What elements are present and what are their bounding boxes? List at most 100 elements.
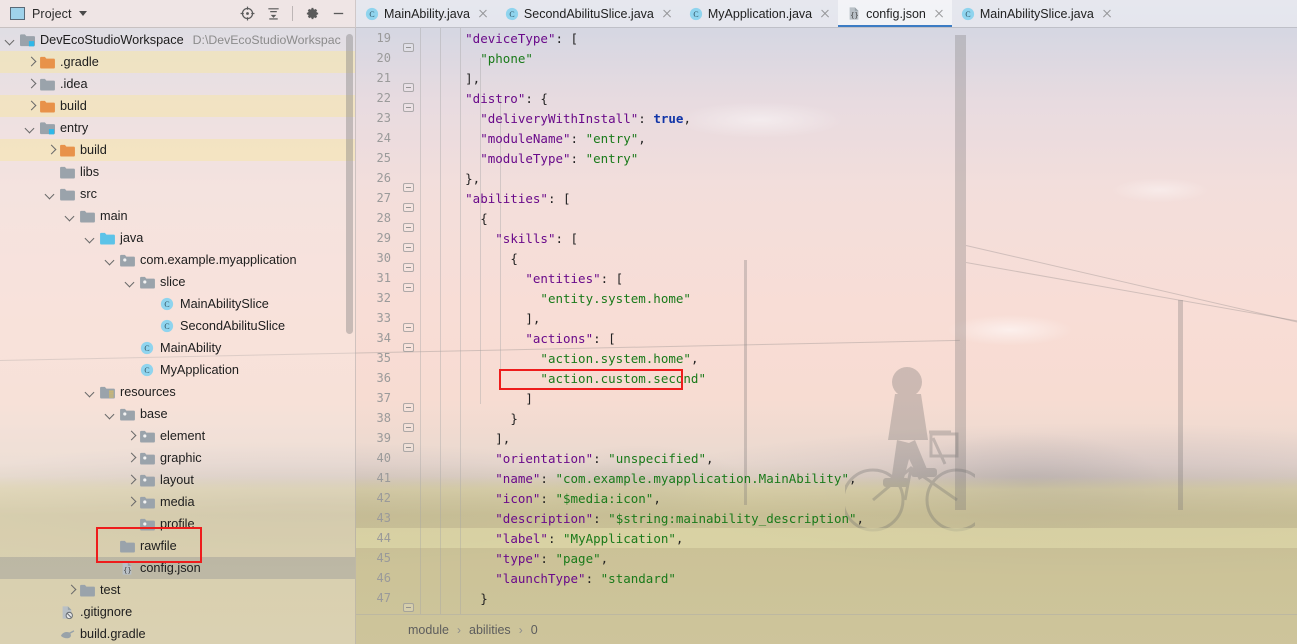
- close-icon[interactable]: [661, 8, 673, 20]
- tree-node--gradle[interactable]: .gradle: [0, 51, 355, 73]
- chevron-right-icon[interactable]: [25, 100, 37, 112]
- fold-collapse-icon[interactable]: [403, 103, 414, 112]
- code-line[interactable]: 22 "distro": {: [356, 88, 1297, 112]
- chevron-right-icon[interactable]: [125, 452, 137, 464]
- tree-node-graphic[interactable]: graphic: [0, 447, 355, 469]
- tree-node-base[interactable]: base: [0, 403, 355, 425]
- code-line[interactable]: 27 "abilities": [: [356, 188, 1297, 212]
- chevron-right-icon[interactable]: [125, 474, 137, 486]
- chevron-down-icon[interactable]: [65, 210, 77, 222]
- chevron-down-icon[interactable]: [25, 122, 37, 134]
- tree-node-layout[interactable]: layout: [0, 469, 355, 491]
- code-line[interactable]: 19 "deviceType": [: [356, 28, 1297, 52]
- code-editor[interactable]: 19 "deviceType": [20 "phone" 21 ], 22 "dis…: [356, 28, 1297, 644]
- close-icon[interactable]: [477, 8, 489, 20]
- code-line[interactable]: 24 "moduleName": "entry",: [356, 128, 1297, 148]
- code-line[interactable]: 43 "description": "$string:mainability_d…: [356, 508, 1297, 528]
- breadcrumb-item[interactable]: module: [408, 623, 449, 637]
- project-tree-scrollbar[interactable]: [345, 28, 354, 644]
- tree-node-build-gradle[interactable]: build.gradle: [0, 623, 355, 644]
- fold-end-icon[interactable]: [403, 403, 414, 412]
- collapse-all-icon[interactable]: [262, 3, 284, 25]
- tree-node-config-json[interactable]: {} config.json: [0, 557, 355, 579]
- minimize-icon[interactable]: [327, 3, 349, 25]
- tree-node-rawfile[interactable]: rawfile: [0, 535, 355, 557]
- code-line[interactable]: 32 "entity.system.home": [356, 288, 1297, 308]
- editor-tab-myapplication-java[interactable]: C MyApplication.java: [680, 0, 838, 27]
- code-line[interactable]: 29 "skills": [: [356, 228, 1297, 252]
- breadcrumb-item[interactable]: abilities: [469, 623, 511, 637]
- code-line[interactable]: 46 "launchType": "standard": [356, 568, 1297, 588]
- breadcrumb-item[interactable]: 0: [531, 623, 538, 637]
- fold-collapse-icon[interactable]: [403, 263, 414, 272]
- tree-node-java[interactable]: java: [0, 227, 355, 249]
- chevron-down-icon[interactable]: [45, 188, 57, 200]
- project-tree-panel[interactable]: DevEcoStudioWorkspace D:\DevEcoStudioWork…: [0, 28, 356, 644]
- fold-collapse-icon[interactable]: [403, 343, 414, 352]
- chevron-down-icon[interactable]: [105, 254, 117, 266]
- code-line[interactable]: 28 {: [356, 208, 1297, 232]
- fold-collapse-icon[interactable]: [403, 243, 414, 252]
- fold-collapse-icon[interactable]: [403, 223, 414, 232]
- fold-collapse-icon[interactable]: [403, 203, 414, 212]
- tree-node-element[interactable]: element: [0, 425, 355, 447]
- code-line[interactable]: 30 {: [356, 248, 1297, 272]
- chevron-right-icon[interactable]: [45, 144, 57, 156]
- tree-node-build[interactable]: build: [0, 139, 355, 161]
- tree-node-devecostudioworkspace[interactable]: DevEcoStudioWorkspace D:\DevEcoStudioWork…: [0, 29, 355, 51]
- code-line[interactable]: 36 "action.custom.second": [356, 368, 1297, 388]
- tree-node-media[interactable]: media: [0, 491, 355, 513]
- chevron-right-icon[interactable]: [125, 496, 137, 508]
- chevron-down-icon[interactable]: [5, 34, 17, 46]
- gear-icon[interactable]: [301, 3, 323, 25]
- tree-node-mainabilityslice[interactable]: C MainAbilitySlice: [0, 293, 355, 315]
- chevron-right-icon[interactable]: [125, 430, 137, 442]
- chevron-down-icon[interactable]: [105, 408, 117, 420]
- code-line[interactable]: 20 "phone": [356, 48, 1297, 68]
- code-line[interactable]: 26 },: [356, 168, 1297, 192]
- tree-node--idea[interactable]: .idea: [0, 73, 355, 95]
- tree-node-test[interactable]: test: [0, 579, 355, 601]
- chevron-down-icon[interactable]: [85, 386, 97, 398]
- fold-end-icon[interactable]: [403, 83, 414, 92]
- code-line[interactable]: 45 "type": "page",: [356, 548, 1297, 568]
- chevron-right-icon[interactable]: [65, 584, 77, 596]
- tree-node-slice[interactable]: slice: [0, 271, 355, 293]
- tree-node-com-example-myapplication[interactable]: com.example.myapplication: [0, 249, 355, 271]
- tree-node-main[interactable]: main: [0, 205, 355, 227]
- editor-tab-config-json[interactable]: {} config.json: [838, 0, 952, 27]
- tree-node-profile[interactable]: profile: [0, 513, 355, 535]
- code-line[interactable]: 38 }: [356, 408, 1297, 432]
- fold-end-icon[interactable]: [403, 603, 414, 612]
- code-line[interactable]: 21 ],: [356, 68, 1297, 92]
- fold-end-icon[interactable]: [403, 183, 414, 192]
- tree-node--gitignore[interactable]: .gitignore: [0, 601, 355, 623]
- code-line[interactable]: 37 ]: [356, 388, 1297, 412]
- fold-end-icon[interactable]: [403, 443, 414, 452]
- code-line[interactable]: 44 "label": "MyApplication",: [356, 528, 1297, 548]
- fold-end-icon[interactable]: [403, 423, 414, 432]
- code-line[interactable]: 35 "action.system.home",: [356, 348, 1297, 368]
- code-area[interactable]: 19 "deviceType": [20 "phone" 21 ], 22 "dis…: [356, 28, 1297, 614]
- editor-scroll-rail[interactable]: [1284, 28, 1297, 644]
- project-tree-scrollbar-thumb[interactable]: [346, 34, 353, 334]
- code-line[interactable]: 31 "entities": [: [356, 268, 1297, 292]
- chevron-down-icon[interactable]: [78, 11, 87, 16]
- editor-tab-mainabilityslice-java[interactable]: C MainAbilitySlice.java: [952, 0, 1120, 27]
- locate-icon[interactable]: [236, 3, 258, 25]
- code-line[interactable]: 42 "icon": "$media:icon",: [356, 488, 1297, 508]
- fold-collapse-icon[interactable]: [403, 283, 414, 292]
- editor-tab-mainability-java[interactable]: C MainAbility.java: [356, 0, 496, 27]
- tree-node-libs[interactable]: libs: [0, 161, 355, 183]
- chevron-down-icon[interactable]: [125, 276, 137, 288]
- tree-node-myapplication[interactable]: C MyApplication: [0, 359, 355, 381]
- chevron-down-icon[interactable]: [85, 232, 97, 244]
- code-line[interactable]: 41 "name": "com.example.myapplication.Ma…: [356, 468, 1297, 488]
- tree-node-resources[interactable]: resources: [0, 381, 355, 403]
- code-line[interactable]: 40 "orientation": "unspecified",: [356, 448, 1297, 468]
- fold-end-icon[interactable]: [403, 323, 414, 332]
- code-line[interactable]: 33 ],: [356, 308, 1297, 332]
- code-line[interactable]: 34 "actions": [: [356, 328, 1297, 352]
- close-icon[interactable]: [819, 8, 831, 20]
- chevron-right-icon[interactable]: [25, 56, 37, 68]
